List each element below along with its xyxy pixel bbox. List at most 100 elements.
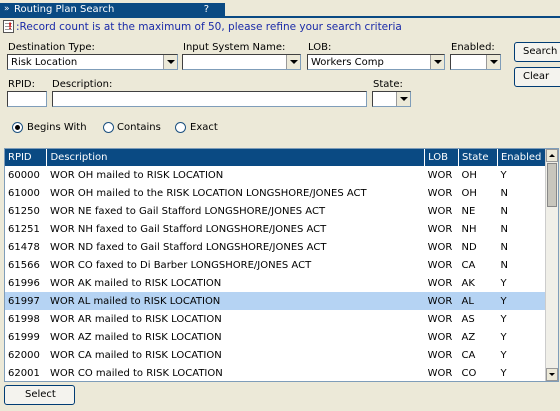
lob-select[interactable]: Workers Comp [307,54,445,70]
destination-type-select[interactable]: Risk Location [7,54,178,70]
clear-button[interactable]: Clear [514,67,560,87]
chevron-right-icon: » [4,4,10,14]
cell-lob: WOR [427,367,453,379]
table-row[interactable]: 61566 WOR CO faxed to Di Barber LONGSHORE… [5,256,546,274]
cell-state: OH [461,187,477,199]
contains-label[interactable]: Contains [117,122,161,133]
cell-description: WOR AK mailed to RISK LOCATION [49,277,222,289]
column-header-rpid[interactable]: RPID [5,149,48,166]
column-header-state[interactable]: State [458,149,498,166]
select-button[interactable]: Select [4,385,75,405]
cell-rpid: 61250 [8,205,40,217]
results-table: RPID Description LOB State Enabled 60000… [5,149,547,381]
cell-state: ND [461,241,477,253]
cell-lob: WOR [427,349,453,361]
chevron-down-icon[interactable] [430,55,444,69]
cell-enabled: Y [500,277,507,289]
cell-lob: WOR [427,313,453,325]
table-row[interactable]: 60000 WOR OH mailed to RISK LOCATION WOR OH… [5,166,546,184]
cell-description: WOR AL mailed to RISK LOCATION [46,292,425,310]
cell-state: AK [461,277,475,289]
table-row[interactable]: 61478 WOR ND faxed to Gail Stafford LONGS… [5,238,546,256]
cell-rpid: 62000 [8,349,40,361]
cell-description: WOR CO faxed to Di Barber LONGSHORE/JONE… [49,259,312,271]
rpid-label: RPID: [8,79,35,90]
cell-description: WOR ND faxed to Gail Stafford LONGSHORE/… [49,241,327,253]
cell-enabled: Y [500,313,507,325]
chevron-down-icon[interactable] [396,92,410,106]
exact-label[interactable]: Exact [190,122,218,133]
cell-state: NE [461,205,476,217]
chevron-down-icon[interactable] [163,55,177,69]
help-icon[interactable]: ? [204,3,209,16]
input-system-label: Input System Name: [183,42,286,53]
cell-enabled: Y [500,331,507,343]
cell-rpid: 62001 [8,367,40,379]
cell-rpid: 61996 [8,277,40,289]
window-title-bar: » Routing Plan Search ? [0,3,225,16]
cell-enabled: N [500,241,508,253]
table-row[interactable]: 61251 WOR NH faxed to Gail Stafford LONGS… [5,220,546,238]
enabled-label: Enabled: [451,42,495,53]
cell-enabled: N [500,259,508,271]
lob-value: Workers Comp [311,57,384,68]
cell-enabled: N [500,187,508,199]
cell-rpid: 60000 [8,169,40,181]
search-button[interactable]: Search [514,42,560,62]
cell-state: CO [461,367,477,379]
column-header-lob[interactable]: LOB [424,149,460,166]
description-label: Description: [52,79,113,90]
scroll-thumb[interactable] [547,163,557,207]
cell-lob: WOR [427,331,453,343]
cell-description: WOR NE faxed to Gail Stafford LONGSHORE/… [49,205,326,217]
scroll-down-icon[interactable] [546,368,558,381]
table-row[interactable]: 61999 WOR AZ mailed to RISK LOCATION WOR AZ… [5,328,546,346]
cell-enabled: Y [497,292,546,310]
table-row[interactable]: 62000 WOR CA mailed to RISK LOCATION WOR CA… [5,346,546,364]
title-divider [0,16,560,18]
vertical-scrollbar[interactable] [545,149,558,381]
table-row[interactable]: 61250 WOR NE faxed to Gail Stafford LONGS… [5,202,546,220]
rpid-field[interactable] [7,91,47,107]
scroll-up-icon[interactable] [546,149,558,162]
lob-label: LOB: [308,42,332,53]
table-row[interactable]: 62001 WOR CO mailed to RISK LOCATION WOR CO… [5,364,546,381]
cell-rpid: 61478 [8,241,40,253]
cell-enabled: N [500,205,508,217]
exact-radio[interactable] [175,122,186,133]
cell-enabled: Y [500,169,507,181]
column-header-description[interactable]: Description [46,149,426,166]
cell-rpid: 61998 [8,313,40,325]
input-system-select[interactable] [182,54,301,70]
cell-lob: WOR [427,223,453,235]
cell-lob: WOR [427,259,453,271]
enabled-select[interactable] [450,54,501,70]
begins-with-label[interactable]: Begins With [27,122,87,133]
cell-lob: WOR [427,187,453,199]
cell-state: AZ [461,331,476,343]
results-grid[interactable]: RPID Description LOB State Enabled 60000… [4,148,559,382]
table-row[interactable]: 61996 WOR AK mailed to RISK LOCATION WOR AK… [5,274,546,292]
destination-type-value: Risk Location [11,57,78,68]
table-row[interactable]: 61998 WOR AR mailed to RISK LOCATION WOR AS… [5,310,546,328]
description-field[interactable] [52,91,367,107]
cell-lob: WOR [424,292,459,310]
cell-rpid: 61000 [8,187,40,199]
column-header-enabled[interactable]: Enabled [497,149,547,166]
cell-lob: WOR [427,205,453,217]
table-row[interactable]: 61000 WOR OH mailed to the RISK LOCATION … [5,184,546,202]
begins-with-radio[interactable] [12,122,23,133]
cell-rpid: 61999 [8,331,40,343]
cell-description: WOR OH mailed to the RISK LOCATION LONGS… [49,187,367,199]
contains-radio[interactable] [103,122,114,133]
state-select[interactable] [372,91,411,107]
cell-lob: WOR [427,277,453,289]
cell-rpid: 61566 [8,259,40,271]
table-row[interactable]: 61997 WOR AL mailed to RISK LOCATION WOR AL… [5,292,546,310]
table-header-row: RPID Description LOB State Enabled [5,149,547,166]
cell-rpid: 61997 [5,292,47,310]
chevron-down-icon[interactable] [286,55,300,69]
document-warning-icon [3,20,14,33]
chevron-down-icon[interactable] [486,55,500,69]
cell-lob: WOR [427,169,453,181]
